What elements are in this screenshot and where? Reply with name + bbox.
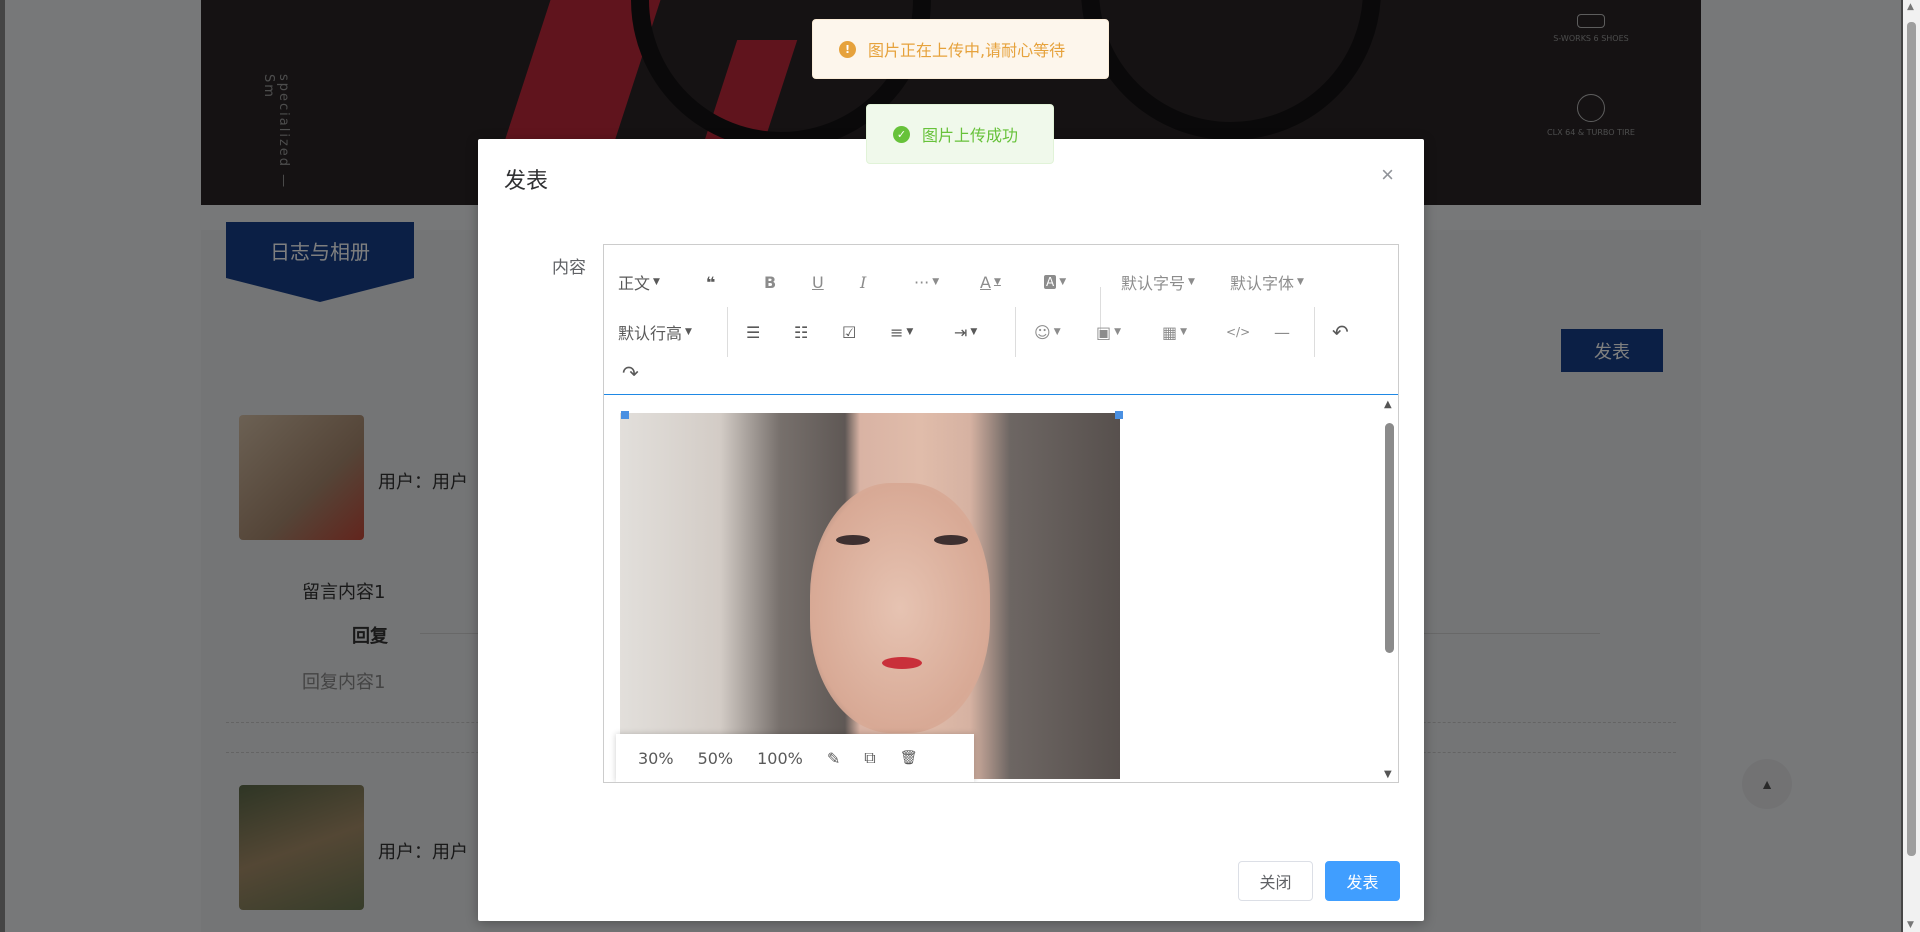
photo-eye: [934, 535, 968, 545]
indent-icon: ⇥: [954, 322, 968, 342]
page-scrollbar[interactable]: ▲ ▼: [1903, 0, 1920, 932]
bg-color-dropdown[interactable]: A ▼: [1044, 264, 1066, 300]
caret-down-icon: ▼: [1114, 327, 1122, 337]
italic-icon[interactable]: I: [860, 264, 866, 300]
emotion-dropdown[interactable]: ☺ ▼: [1034, 314, 1061, 350]
underline-icon[interactable]: U: [812, 264, 824, 300]
image-width-30-button[interactable]: 30%: [626, 749, 686, 768]
paragraph-label: 正文: [618, 274, 651, 293]
table-dropdown[interactable]: ▦ ▼: [1162, 314, 1187, 350]
line-height-label: 默认行高: [618, 324, 683, 343]
close-icon[interactable]: ×: [1375, 163, 1400, 187]
image-hover-menu: 30% 50% 100% ✎ ⧉ 🗑: [616, 734, 974, 782]
scroll-up-arrow-icon[interactable]: ▲: [1384, 399, 1392, 410]
upload-warning-toast: ! 图片正在上传中,请耐心等待: [812, 19, 1109, 79]
caret-down-icon: ▼: [1053, 327, 1061, 337]
font-color-icon: A: [980, 272, 991, 292]
numbered-list-icon[interactable]: ☷: [794, 314, 808, 350]
image-width-100-button[interactable]: 100%: [745, 749, 815, 768]
caret-down-icon: ▼: [1188, 277, 1195, 287]
open-link-icon[interactable]: ⧉: [852, 748, 887, 768]
bullet-list-icon[interactable]: ☰: [746, 314, 760, 350]
caret-down-icon: ▼: [685, 327, 692, 337]
more-icon: ···: [914, 272, 930, 292]
paragraph-dropdown[interactable]: 正文 ▼: [618, 264, 660, 300]
emotion-icon: ☺: [1034, 322, 1051, 342]
font-family-label: 默认字体: [1230, 274, 1295, 293]
image-width-50-button[interactable]: 50%: [686, 749, 746, 768]
quote-icon[interactable]: ❝: [706, 264, 715, 300]
more-style-dropdown[interactable]: ··· ▼: [914, 264, 939, 300]
indent-dropdown[interactable]: ⇥ ▼: [954, 314, 977, 350]
photo-face: [810, 483, 990, 733]
font-family-dropdown[interactable]: 默认字体 ▼: [1230, 264, 1304, 300]
toolbar-divider: [1015, 307, 1016, 357]
dialog-title: 发表: [504, 169, 549, 194]
scroll-down-arrow-icon[interactable]: ▼: [1907, 920, 1914, 930]
font-color-dropdown[interactable]: A ▼: [980, 264, 1001, 300]
edit-icon[interactable]: ✎: [815, 749, 852, 768]
toast-message: 图片上传成功: [922, 126, 1019, 145]
uploaded-photo[interactable]: [620, 413, 1120, 779]
editor-content-area[interactable]: 30% 50% 100% ✎ ⧉ 🗑 ▲ ▼: [604, 397, 1398, 782]
redo-icon[interactable]: ↷: [622, 355, 639, 391]
toolbar-divider: [727, 307, 728, 357]
scroll-up-arrow-icon[interactable]: ▲: [1907, 2, 1914, 12]
caret-down-icon: ▼: [993, 277, 1001, 287]
todo-icon[interactable]: ☑: [842, 314, 856, 350]
divider-icon[interactable]: —: [1274, 314, 1290, 350]
caret-down-icon: ▼: [906, 327, 914, 337]
undo-icon[interactable]: ↶: [1332, 314, 1349, 350]
content-field-label: 内容: [552, 258, 586, 278]
success-check-icon: ✓: [893, 125, 910, 143]
caret-down-icon: ▼: [1059, 277, 1067, 287]
bold-icon[interactable]: B: [764, 264, 776, 300]
image-icon: ▣: [1096, 322, 1112, 342]
page-scrollbar-thumb[interactable]: [1907, 22, 1916, 856]
font-size-dropdown[interactable]: 默认字号 ▼: [1121, 264, 1195, 300]
caret-down-icon: ▼: [932, 277, 940, 287]
image-dropdown[interactable]: ▣ ▼: [1096, 314, 1121, 350]
resize-handle[interactable]: [621, 411, 629, 419]
photo-lips: [882, 657, 922, 669]
line-height-dropdown[interactable]: 默认行高 ▼: [618, 314, 692, 350]
caret-down-icon: ▼: [1180, 327, 1188, 337]
bg-color-icon: A: [1044, 275, 1057, 289]
toolbar-divider: [1314, 307, 1315, 357]
editor-toolbar: 正文▼ ❝ B U I ···▼ A▼ A▼ 默认字号▼ 默认字体▼: [604, 245, 1398, 395]
scroll-down-arrow-icon[interactable]: ▼: [1384, 769, 1392, 780]
font-size-label: 默认字号: [1121, 274, 1186, 293]
warning-icon: !: [839, 40, 856, 58]
caret-down-icon: ▼: [653, 277, 660, 287]
publish-dialog: 发表 × 内容 正文 ▼ ❝ B U I ··· ▼ A ▼ A ▼ 默认字号 ▼: [478, 139, 1424, 921]
publish-button[interactable]: 发表: [1325, 861, 1400, 901]
caret-down-icon: ▼: [970, 327, 978, 337]
caret-down-icon: ▼: [1297, 277, 1304, 287]
dialog-footer: 关闭 发表: [1238, 861, 1400, 901]
close-button[interactable]: 关闭: [1238, 861, 1313, 901]
editor-scrollbar-thumb[interactable]: [1385, 423, 1394, 653]
align-dropdown[interactable]: ≡ ▼: [890, 314, 913, 350]
delete-icon[interactable]: 🗑: [888, 750, 930, 766]
upload-success-toast: ✓ 图片上传成功: [866, 104, 1054, 164]
code-icon[interactable]: </>: [1226, 314, 1250, 350]
align-icon: ≡: [890, 322, 904, 342]
photo-eye: [836, 535, 870, 545]
editor-scrollbar[interactable]: ▲ ▼: [1380, 397, 1398, 782]
rich-text-editor: 正文▼ ❝ B U I ···▼ A▼ A▼ 默认字号▼ 默认字体▼: [603, 244, 1399, 783]
resize-handle[interactable]: [1115, 411, 1123, 419]
table-icon: ▦: [1162, 322, 1178, 342]
toast-message: 图片正在上传中,请耐心等待: [868, 41, 1066, 60]
